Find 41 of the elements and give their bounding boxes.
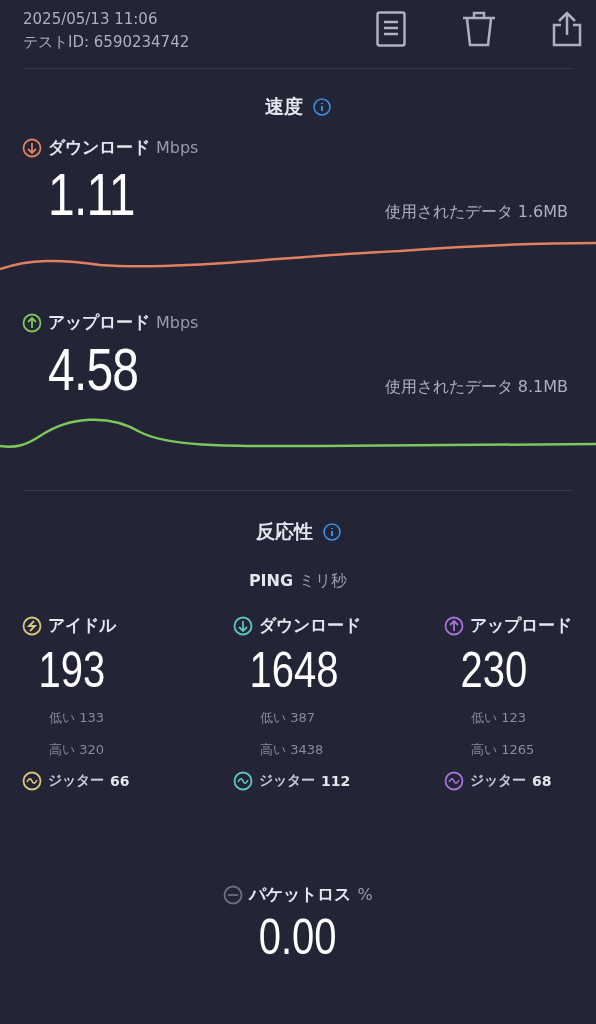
trash-icon[interactable] — [462, 11, 496, 47]
jitter-value: 66 — [110, 773, 130, 789]
ping-unit: ミリ秒 — [299, 571, 348, 592]
jitter-value: 112 — [321, 773, 351, 789]
latency-low: 低い 123 — [470, 709, 527, 727]
info-icon[interactable] — [313, 98, 331, 116]
latency-label: ダウンロード — [259, 614, 361, 637]
latency-value: 1648 — [248, 643, 339, 697]
packet-loss-unit: % — [357, 885, 373, 904]
share-icon[interactable] — [552, 11, 582, 47]
latency-value: 193 — [37, 643, 106, 697]
latency-label: アップロード — [470, 614, 572, 637]
speed-label: アップロード — [48, 311, 150, 334]
packet-loss-label: パケットロス — [249, 883, 352, 906]
ping-label: PING — [248, 571, 294, 592]
data-used: 使用されたデータ 8.1MB — [384, 377, 568, 398]
document-icon[interactable] — [376, 11, 406, 47]
jitter-label: ジッター — [48, 772, 104, 790]
speed-unit: Mbps — [156, 138, 199, 157]
jitter-label: ジッター — [259, 772, 315, 790]
latency-high: 高い 320 — [48, 741, 105, 759]
section-title: 速度 — [265, 94, 303, 119]
latency-low: 低い 133 — [48, 709, 105, 727]
jitter-value: 68 — [532, 773, 552, 789]
info-icon[interactable] — [322, 523, 341, 541]
speed-label: ダウンロード — [48, 136, 150, 159]
latency-label: アイドル — [48, 614, 116, 637]
data-used: 使用されたデータ 1.6MB — [384, 202, 568, 223]
speed-unit: Mbps — [156, 313, 199, 332]
packet-loss-value: 0.00 — [259, 910, 337, 964]
speed-value: 1.11 — [48, 165, 135, 225]
latency-low: 低い 387 — [259, 709, 316, 727]
section-title: 反応性 — [255, 519, 313, 544]
latency-high: 高い 3438 — [259, 741, 325, 759]
latency-value: 230 — [459, 643, 528, 697]
test-id: テストID: 6590234742 — [23, 32, 190, 53]
speed-value: 4.58 — [48, 340, 139, 400]
jitter-label: ジッター — [470, 772, 526, 790]
test-date: 2025/05/13 11:06 — [23, 9, 159, 30]
packet-icon — [223, 884, 244, 905]
latency-high: 高い 1265 — [470, 741, 536, 759]
